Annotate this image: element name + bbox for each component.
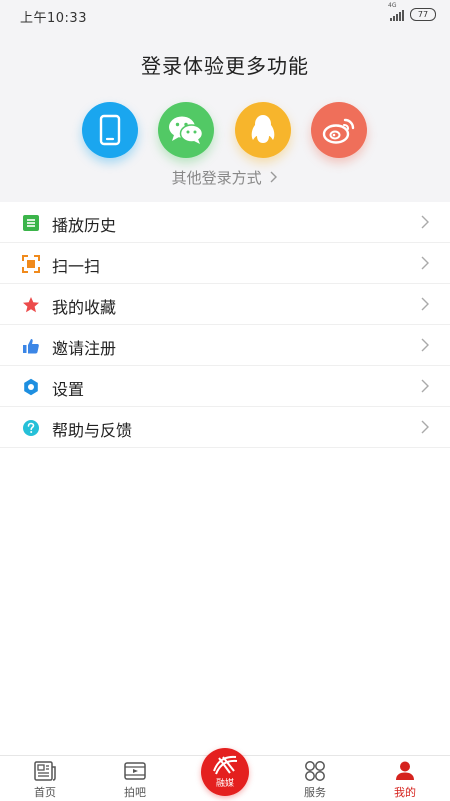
- menu-item-label: 帮助与反馈: [52, 421, 133, 440]
- phone-login-button[interactable]: [82, 102, 138, 158]
- login-panel: 登录体验更多功能 其他登录方式: [0, 30, 450, 202]
- status-time: 上午10:33: [20, 11, 87, 26]
- chevron-right-icon: [421, 338, 429, 352]
- video-icon: [124, 762, 146, 780]
- menu-item-label: 播放历史: [52, 216, 117, 235]
- menu-item-scan[interactable]: 扫一扫: [0, 243, 450, 284]
- status-bar: 上午10:33 4G 77: [0, 0, 450, 30]
- tab-mine[interactable]: 我的: [375, 759, 435, 800]
- other-login-link[interactable]: 其他登录方式: [0, 167, 450, 188]
- settings-menu: 播放历史 扫一扫 我的收藏 邀请注册 设置 帮助与反馈: [0, 202, 450, 448]
- tab-label: 首页: [34, 786, 56, 799]
- chevron-right-icon: [421, 297, 429, 311]
- qq-login-button[interactable]: [235, 102, 291, 158]
- wechat-icon: [169, 116, 204, 144]
- media-logo-icon: [213, 755, 238, 775]
- chevron-right-icon: [421, 256, 429, 270]
- tab-label: 拍吧: [124, 786, 146, 799]
- thumbs-up-icon: [23, 339, 39, 354]
- chevron-right-icon: [421, 420, 429, 434]
- tab-services[interactable]: 服务: [285, 759, 345, 800]
- person-icon: [396, 761, 414, 780]
- scan-icon: [22, 255, 40, 273]
- menu-item-invite[interactable]: 邀请注册: [0, 325, 450, 366]
- tab-media-center-button[interactable]: 融媒: [201, 748, 249, 796]
- phone-icon: [99, 114, 121, 146]
- login-title: 登录体验更多功能: [141, 54, 309, 78]
- network-type: 4G: [388, 1, 397, 9]
- status-indicators: 4G 77: [388, 2, 436, 21]
- chevron-right-icon: [421, 215, 429, 229]
- signal-icon: 4G: [388, 2, 404, 21]
- menu-item-label: 邀请注册: [52, 339, 117, 358]
- menu-item-help[interactable]: 帮助与反馈: [0, 407, 450, 448]
- menu-item-settings[interactable]: 设置: [0, 366, 450, 407]
- other-login-label: 其他登录方式: [171, 169, 262, 187]
- news-icon: [34, 761, 56, 781]
- menu-item-favorites[interactable]: 我的收藏: [0, 284, 450, 325]
- tab-home[interactable]: 首页: [15, 759, 75, 800]
- tab-paiba[interactable]: 拍吧: [105, 759, 165, 800]
- grid-icon: [305, 761, 325, 781]
- gear-icon: [24, 378, 38, 396]
- help-icon: [23, 420, 39, 436]
- menu-item-label: 设置: [52, 380, 85, 399]
- weibo-icon: [322, 118, 355, 144]
- chevron-right-icon: [270, 171, 278, 183]
- weibo-login-button[interactable]: [311, 102, 367, 158]
- battery-icon: 77: [410, 8, 436, 21]
- chevron-right-icon: [421, 379, 429, 393]
- qq-icon: [251, 115, 275, 143]
- menu-item-history[interactable]: 播放历史: [0, 202, 450, 243]
- list-icon: [23, 215, 39, 231]
- tab-label: 服务: [304, 786, 326, 799]
- menu-item-label: 我的收藏: [52, 298, 117, 317]
- wechat-login-button[interactable]: [158, 102, 214, 158]
- menu-item-label: 扫一扫: [52, 257, 101, 276]
- tab-label: 我的: [394, 786, 416, 799]
- tab-label: 融媒: [215, 779, 234, 789]
- star-icon: [23, 297, 39, 313]
